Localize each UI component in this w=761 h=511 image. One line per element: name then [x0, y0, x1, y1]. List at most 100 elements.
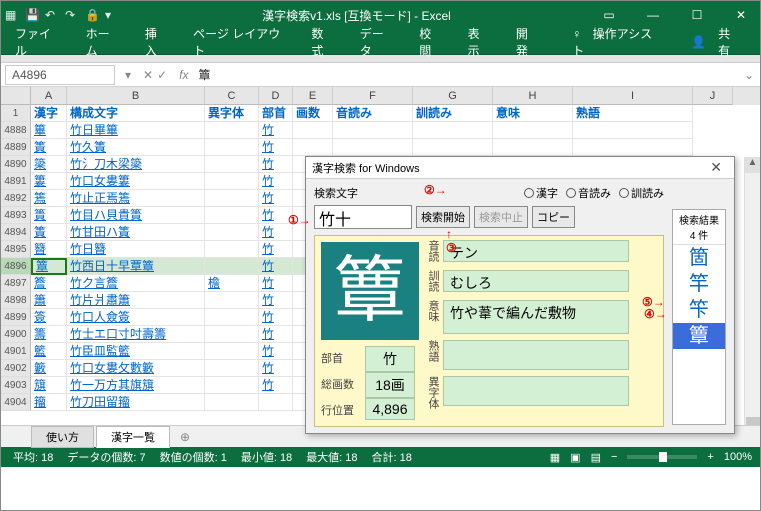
tab-data[interactable]: データ [352, 21, 402, 63]
variant-label: 異字体 [425, 376, 441, 409]
share-button[interactable]: 👤 共有 [683, 17, 754, 67]
search-stop-button: 検索中止 [474, 206, 528, 228]
tab-file[interactable]: ファイル [7, 21, 68, 63]
tab-pagelayout[interactable]: ページ レイアウト [185, 21, 293, 63]
col-header[interactable]: G [413, 87, 493, 105]
dialog-close-button[interactable]: ✕ [704, 159, 728, 176]
meaning-value: 竹や葦で編んだ敷物 [443, 300, 629, 334]
view-normal-icon[interactable]: ▦ [550, 451, 560, 464]
col-header[interactable]: D [259, 87, 293, 105]
radio-kanji[interactable]: 漢字 [524, 185, 558, 201]
tab-view[interactable]: 表示 [460, 21, 498, 63]
status-bar: 平均: 18 データの個数: 7 数値の個数: 1 最小値: 18 最大値: 1… [1, 447, 760, 467]
strokes-label: 総画数 [321, 376, 354, 392]
excel-icon: ▦ [5, 8, 19, 22]
view-pagebreak-icon[interactable]: ▤ [591, 451, 601, 464]
jukugo-label: 熟語 [425, 340, 441, 362]
detail-panel: 簟 音読 テン 訓読 むしろ 意味 竹や葦で編んだ敷物 熟語 異字体 部首 竹 … [314, 235, 664, 427]
dialog-titlebar[interactable]: 漢字検索 for Windows ✕ [306, 157, 734, 179]
vertical-scrollbar[interactable]: ▲ ▼ [744, 157, 760, 425]
scroll-up-icon[interactable]: ▲ [745, 157, 760, 173]
annotation-3: ↑③ [446, 227, 457, 255]
onyomi-value: テン [443, 240, 629, 262]
result-item[interactable]: 竿 [673, 271, 725, 297]
tab-formulas[interactable]: 数式 [303, 21, 341, 63]
status-sum: 合計: 18 [372, 449, 412, 465]
rowpos-value: 4,896 [365, 398, 415, 420]
namebox-dropdown-icon[interactable]: ▾ [125, 68, 131, 82]
annotation-5: ⑤→ [642, 295, 665, 309]
annotation-4: ④→ [644, 307, 667, 321]
status-count: データの個数: 7 [67, 449, 145, 465]
search-input[interactable]: 竹十 [314, 205, 412, 229]
col-header[interactable]: E [293, 87, 333, 105]
search-start-button[interactable]: 検索開始 [416, 206, 470, 228]
col-header[interactable]: I [573, 87, 693, 105]
annotation-1: ①→ [288, 213, 311, 227]
table-row[interactable]: 4889簀竹久簀竹 [1, 139, 760, 156]
copy-button[interactable]: コピー [532, 206, 575, 228]
select-all-corner[interactable] [1, 87, 31, 105]
enter-icon[interactable]: ✓ [157, 68, 167, 82]
scroll-thumb[interactable] [746, 417, 760, 425]
name-box[interactable]: A4896 [5, 65, 115, 85]
kanji-search-dialog: 漢字検索 for Windows ✕ 検索文字 漢字 音読み 訓読み 竹十 検索… [305, 156, 735, 434]
zoom-out-icon[interactable]: − [611, 451, 617, 463]
status-max: 最大値: 18 [306, 449, 357, 465]
col-header[interactable]: B [67, 87, 205, 105]
cancel-icon[interactable]: ✕ [143, 68, 153, 82]
fx-icon[interactable]: fx [173, 68, 194, 82]
radio-kunyomi[interactable]: 訓読み [619, 185, 664, 201]
jukugo-value [443, 340, 629, 370]
redo-icon[interactable]: ↷ [65, 8, 79, 22]
result-item[interactable]: 笇 [673, 297, 725, 323]
col-header[interactable]: J [693, 87, 733, 105]
formulabar-expand-icon[interactable]: ⌄ [738, 68, 760, 82]
bushu-label: 部首 [321, 350, 343, 366]
big-kanji-display: 簟 [321, 242, 419, 340]
status-min: 最小値: 18 [241, 449, 292, 465]
result-list: 検索結果4 件 箇竿笇簟 [672, 209, 726, 425]
tab-review[interactable]: 校閲 [411, 21, 449, 63]
meaning-label: 意味 [425, 300, 441, 322]
kunyomi-label: 訓読 [425, 270, 441, 292]
formula-bar: A4896 ▾ ✕ ✓ fx 簟 ⌄ [1, 63, 760, 87]
tab-home[interactable]: ホーム [78, 21, 127, 63]
onyomi-label: 音読 [425, 240, 441, 262]
view-pagelayout-icon[interactable]: ▣ [570, 451, 580, 464]
result-item[interactable]: 簟 [673, 323, 725, 349]
sheet-tab[interactable]: 漢字一覧 [96, 426, 170, 448]
radio-onyomi[interactable]: 音読み [566, 185, 611, 201]
strokes-value: 18画 [365, 372, 415, 398]
col-header[interactable]: H [493, 87, 573, 105]
status-avg: 平均: 18 [13, 449, 53, 465]
bushu-value: 竹 [365, 346, 415, 372]
result-item[interactable]: 箇 [673, 245, 725, 271]
zoom-slider[interactable] [627, 455, 697, 459]
sheet-tab[interactable]: 使い方 [31, 426, 94, 448]
save-icon[interactable]: 💾 [25, 8, 39, 22]
col-header[interactable]: C [205, 87, 259, 105]
table-row[interactable]: 4888篳竹日畢篳竹 [1, 122, 760, 139]
col-header[interactable]: F [333, 87, 413, 105]
kunyomi-value: むしろ [443, 270, 629, 292]
tab-insert[interactable]: 挿入 [137, 21, 175, 63]
rowpos-label: 行位置 [321, 402, 354, 418]
qat-more-icon[interactable]: ▾ [105, 8, 119, 22]
zoom-in-icon[interactable]: + [707, 451, 713, 463]
ribbon: ファイル ホーム 挿入 ページ レイアウト 数式 データ 校閲 表示 開発 ♀ … [1, 29, 760, 55]
search-label: 検索文字 [314, 185, 358, 201]
undo-icon[interactable]: ↶ [45, 8, 59, 22]
lock-icon: 🔒 [85, 8, 99, 22]
dialog-title: 漢字検索 for Windows [312, 160, 420, 176]
variant-value [443, 376, 629, 406]
result-header: 検索結果4 件 [673, 210, 725, 245]
annotation-2: ②→ [424, 183, 447, 197]
formula-input[interactable]: 簟 [195, 64, 738, 85]
new-sheet-button[interactable]: ⊕ [172, 428, 198, 446]
tab-developer[interactable]: 開発 [508, 21, 546, 63]
zoom-level[interactable]: 100% [724, 451, 752, 463]
col-header[interactable]: A [31, 87, 67, 105]
tell-me[interactable]: ♀ 操作アシスト [564, 21, 673, 63]
status-numcount: 数値の個数: 1 [160, 449, 227, 465]
